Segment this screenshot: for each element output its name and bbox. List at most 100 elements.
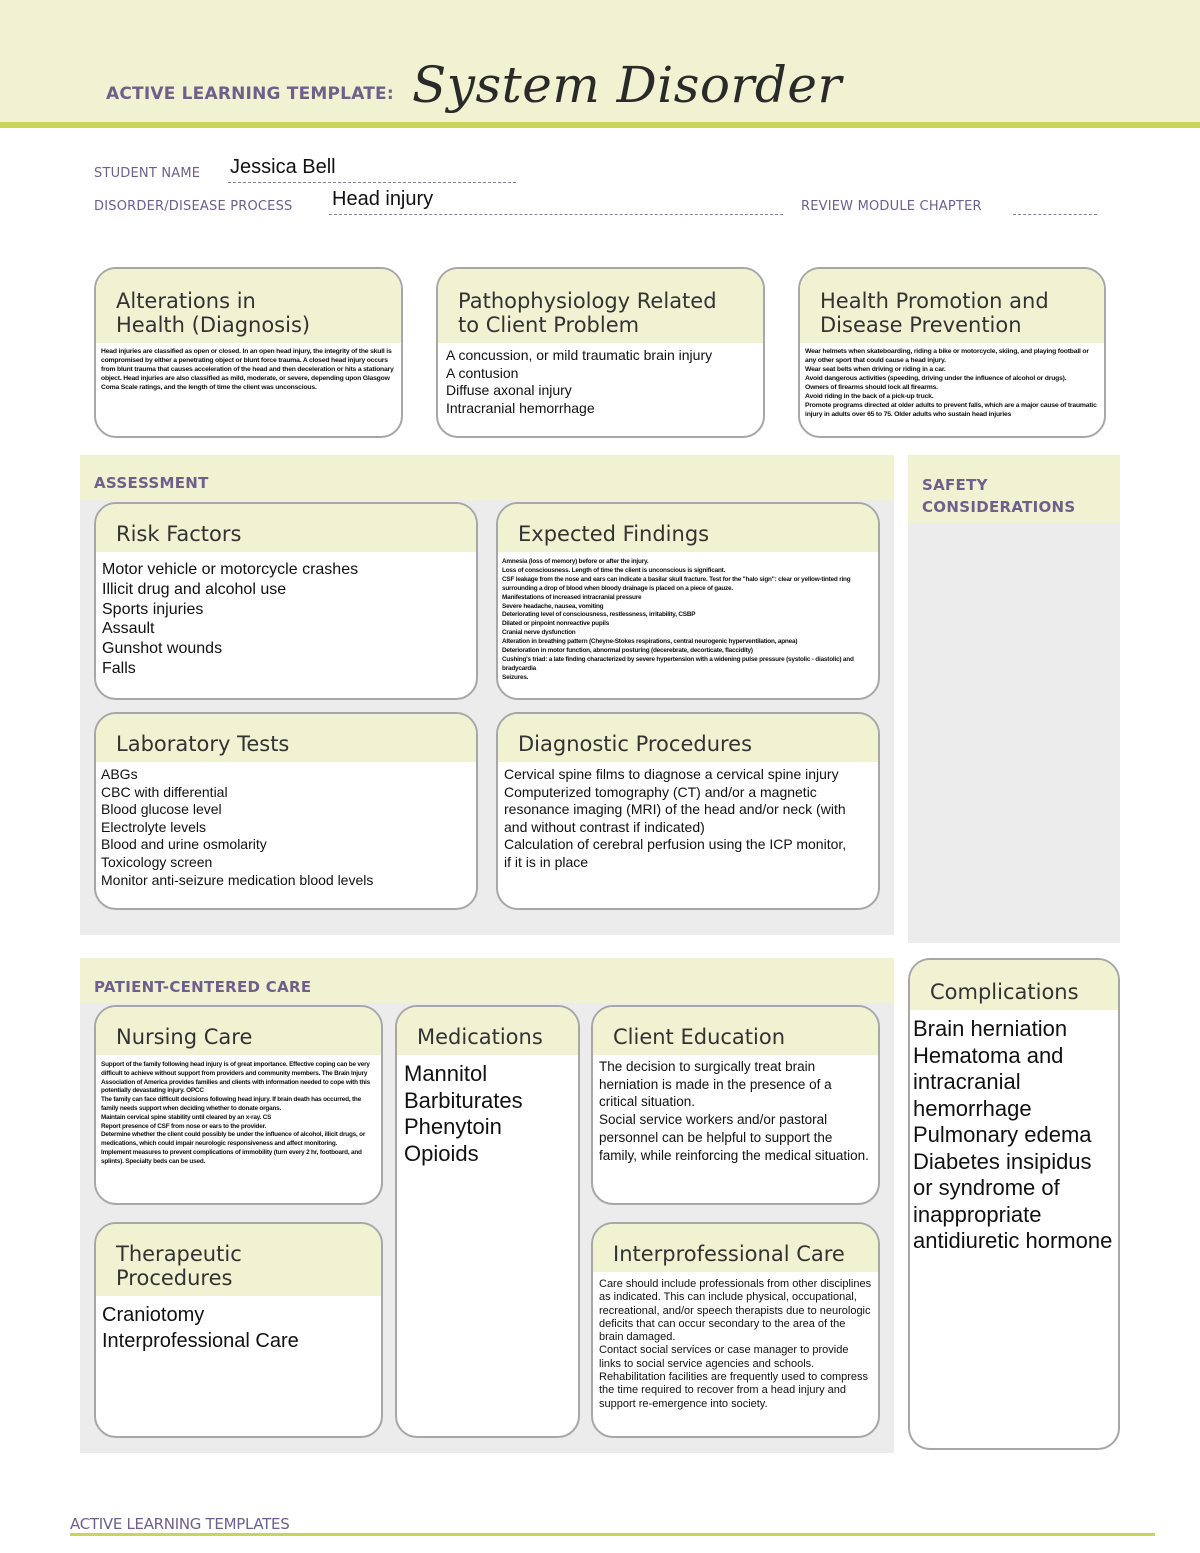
list-item: Owners of firearms should lock all firea… [805, 384, 938, 391]
page-title: System Disorder [412, 56, 842, 114]
health-promotion-box: Health Promotion and Disease Prevention … [798, 267, 1106, 438]
pathophysiology-list[interactable]: A concussion, or mild traumatic brain in… [438, 343, 763, 421]
list-item: Opioids [404, 1140, 479, 1166]
list-item: CBC with differential [101, 783, 228, 800]
medications-list[interactable]: Mannitol Barbiturates Phenytoin Opioids [397, 1055, 578, 1173]
therapeutic-procedures-box: Therapeutic Procedures Craniotomy Interp… [94, 1222, 383, 1438]
list-item: Manifestations of increased intracranial… [502, 593, 642, 601]
nursing-care-box: Nursing Care Support of the family follo… [94, 1005, 383, 1205]
alterations-text[interactable]: Head injuries are classified as open or … [96, 343, 401, 396]
list-item: Pulmonary edema [913, 1122, 1092, 1147]
medications-box: Medications Mannitol Barbiturates Phenyt… [395, 1005, 580, 1438]
list-item: Phenytoin [404, 1114, 502, 1139]
list-item: Social service workers and/or pastoral p… [599, 1112, 869, 1163]
list-item: Illicit drug and alcohol use [102, 580, 287, 598]
therapeutic-procedures-header: Therapeutic Procedures [96, 1224, 381, 1296]
list-item: Deteriorating level of consciousness, re… [502, 611, 696, 619]
interprofessional-care-box: Interprofessional Care Care should inclu… [591, 1222, 880, 1438]
safety-considerations-panel[interactable] [908, 455, 1120, 943]
list-item: Avoid dangerous activities (speeding, dr… [805, 375, 1067, 382]
list-item: Promote programs directed at older adult… [805, 402, 1097, 418]
list-item: Cervical spine films to diagnose a cervi… [504, 766, 839, 782]
list-item: Falls [102, 659, 136, 677]
footer-divider [70, 1533, 1155, 1536]
list-item: Sports injuries [102, 600, 204, 618]
disorder-field[interactable]: Head injury [332, 188, 433, 211]
list-item: CSF leakage from the nose and ears can i… [502, 575, 851, 592]
client-education-box: Client Education The decision to surgica… [591, 1005, 880, 1205]
health-promotion-title-line-2: Disease Prevention [820, 313, 1022, 337]
alterations-title-line-2: Health (Diagnosis) [116, 313, 311, 337]
patient-centered-care-title: PATIENT-CENTERED CARE [94, 978, 312, 996]
list-item: Barbiturates [404, 1087, 523, 1113]
list-item: Monitor anti-seizure medication blood le… [101, 871, 374, 888]
complications-header: Complications [910, 960, 1118, 1010]
safety-considerations-title: SAFETY CONSIDERATIONS [922, 474, 1076, 518]
diagnostic-procedures-list[interactable]: Cervical spine films to diagnose a cervi… [498, 762, 878, 876]
list-item: Determine whether the client could possi… [101, 1131, 366, 1148]
list-item: Report presence of CSF from nose or ears… [101, 1122, 267, 1130]
list-item: Implement measures to prevent complicati… [101, 1148, 362, 1165]
alterations-in-health-header: Alterations in Health (Diagnosis) [96, 269, 401, 343]
risk-factors-list[interactable]: Motor vehicle or motorcycle crashes Illi… [96, 552, 476, 687]
list-item: Motor vehicle or motorcycle crashes [102, 561, 359, 578]
list-item: Blood glucose level [101, 801, 222, 818]
list-item: Severe headache, nausea, vomiting [502, 602, 604, 610]
list-item: Gunshot wounds [102, 640, 223, 658]
list-item: Alteration in breathing pattern (Cheyne-… [502, 638, 798, 646]
list-item: Diffuse axonal injury [446, 382, 572, 398]
list-item: Contact social services or case manager … [599, 1344, 849, 1370]
list-item: The decision to surgically treat brain h… [599, 1059, 832, 1110]
client-education-list[interactable]: The decision to surgically treat brain h… [593, 1055, 878, 1167]
alterations-in-health-box: Alterations in Health (Diagnosis) Head i… [94, 267, 403, 438]
list-item: Care should include professionals from o… [599, 1278, 872, 1344]
pathophysiology-header: Pathophysiology Related to Client Proble… [438, 269, 763, 343]
student-name-underline [228, 182, 516, 183]
diagnostic-procedures-box: Diagnostic Procedures Cervical spine fil… [496, 712, 880, 910]
interprofessional-care-list[interactable]: Care should include professionals from o… [593, 1272, 878, 1417]
risk-factors-header: Risk Factors [96, 504, 476, 552]
expected-findings-header: Expected Findings [498, 504, 878, 552]
list-item: Toxicology screen [101, 853, 213, 870]
disorder-label: DISORDER/DISEASE PROCESS [94, 199, 293, 214]
list-item: Diabetes insipidus or syndrome of inappr… [913, 1148, 1113, 1254]
list-item: Avoid riding in the back of a pick-up tr… [805, 393, 934, 400]
pathophysiology-title-line-2: to Client Problem [458, 313, 640, 337]
header-divider [0, 122, 1200, 128]
list-item: The family can face difficult decisions … [101, 1096, 361, 1112]
template-label: ACTIVE LEARNING TEMPLATE: [106, 84, 394, 104]
laboratory-tests-list[interactable]: ABGs CBC with differential Blood glucose… [96, 762, 476, 893]
student-name-field[interactable]: Jessica Bell [230, 156, 336, 179]
laboratory-tests-header: Laboratory Tests [96, 714, 476, 762]
review-module-label: REVIEW MODULE CHAPTER [801, 199, 982, 214]
list-item: Computerized tomography (CT) and/or a ma… [504, 783, 846, 835]
safety-title-line-2: CONSIDERATIONS [922, 498, 1076, 516]
list-item: Craniotomy [102, 1304, 205, 1326]
list-item: Support of the family following head inj… [101, 1061, 370, 1095]
expected-findings-list[interactable]: Amnesia (loss of memory) before or after… [498, 552, 878, 689]
therapeutic-procedures-list[interactable]: Craniotomy Interprofessional Care [96, 1296, 381, 1360]
list-item: Wear helmets when skateboarding, riding … [805, 348, 1089, 364]
pathophysiology-box: Pathophysiology Related to Client Proble… [436, 267, 765, 438]
list-item: Calculation of cerebral perfusion using … [504, 836, 847, 870]
disorder-underline [329, 214, 783, 215]
student-name-label: STUDENT NAME [94, 166, 201, 181]
health-promotion-list[interactable]: Wear helmets when skateboarding, riding … [800, 343, 1104, 423]
risk-factors-box: Risk Factors Motor vehicle or motorcycle… [94, 502, 478, 700]
safety-title-line-1: SAFETY [922, 476, 988, 494]
client-education-header: Client Education [593, 1007, 878, 1055]
laboratory-tests-box: Laboratory Tests ABGs CBC with different… [94, 712, 478, 910]
list-item: Intracranial hemorrhage [446, 399, 595, 416]
list-item: Seizures. [502, 673, 529, 681]
list-item: Brain herniation [913, 1016, 1068, 1041]
list-item: Loss of consciousness. Length of time th… [502, 566, 726, 574]
list-item: Blood and urine osmolarity [101, 836, 267, 853]
pathophysiology-title-line-1: Pathophysiology Related [458, 289, 717, 313]
complications-list[interactable]: Brain herniation Hematoma and intracrani… [910, 1010, 1118, 1261]
diagnostic-procedures-header: Diagnostic Procedures [498, 714, 878, 762]
list-item: Mannitol [404, 1061, 488, 1086]
nursing-care-list[interactable]: Support of the family following head inj… [96, 1055, 381, 1173]
alterations-title-line-1: Alterations in [116, 289, 256, 313]
review-module-field[interactable] [1013, 214, 1097, 215]
interprofessional-care-header: Interprofessional Care [593, 1224, 878, 1272]
